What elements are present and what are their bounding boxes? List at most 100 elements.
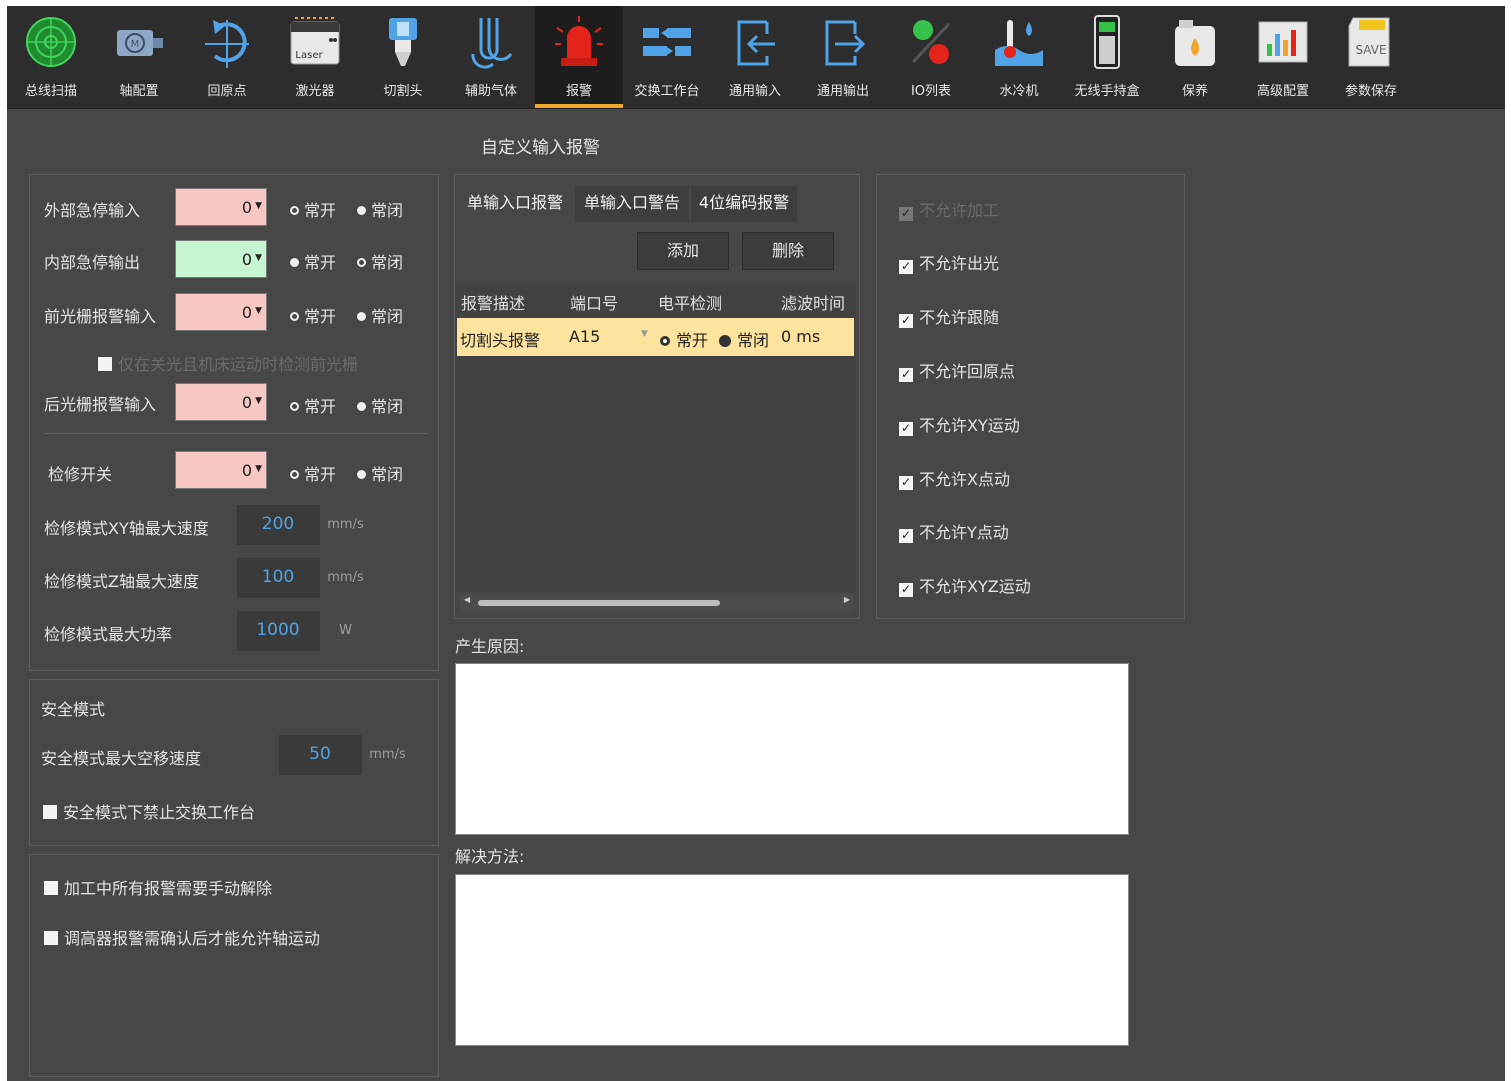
scroll-right-icon[interactable]: ▶ [844, 595, 850, 604]
external-estop-label: 外部急停输入 [44, 201, 141, 220]
internal-estop-nc-radio[interactable]: 常闭 [357, 249, 403, 273]
handheld-icon [1094, 15, 1120, 69]
cause-label: 产生原因: [455, 637, 525, 656]
io-alarm-panel: 外部急停输入 0 ▼ 常开 常闭 内部急停输出 0 ▼ 常开 常闭 前光栅报警输入 … [29, 174, 439, 671]
toolbar-item-io-list[interactable]: IO列表 [887, 6, 975, 108]
gas-icon [471, 18, 513, 69]
tab-4bit-code-alarm[interactable]: 4位编码报警 [691, 186, 797, 222]
add-button[interactable]: 添加 [637, 232, 729, 270]
divider [44, 433, 428, 434]
save-icon-text: SAVE [1355, 43, 1386, 57]
table-row[interactable]: 切割头报警 A15 ▼ 常开 常闭 0 ms [457, 318, 854, 356]
toolbar-item-wireless-handheld[interactable]: 无线手持盒 [1063, 6, 1151, 108]
toolbar-item-general-input[interactable]: 通用输入 [711, 6, 799, 108]
no-xyz-move-checkbox[interactable]: ✓ 不允许XYZ运动 [899, 573, 1031, 597]
rear-grating-port-select[interactable]: 0 ▼ [175, 383, 267, 421]
custom-alarm-title: 自定义输入报警 [481, 138, 600, 158]
toolbar-item-laser[interactable]: Laser 激光器 [271, 6, 359, 108]
no-home-checkbox[interactable]: ✓ 不允许回原点 [899, 358, 1015, 382]
solution-textarea[interactable] [455, 874, 1129, 1046]
maintenance-switch-label: 检修开关 [48, 465, 113, 484]
maintenance-switch-no-radio[interactable]: 常开 [290, 461, 336, 485]
external-estop-nc-radio[interactable]: 常闭 [357, 197, 403, 221]
toolbar-label: 高级配置 [1256, 84, 1309, 99]
toolbar-item-return-origin[interactable]: 回原点 [183, 6, 271, 108]
front-grating-nc-radio[interactable]: 常闭 [357, 303, 403, 327]
row-level-nc-radio[interactable]: 常闭 [719, 327, 769, 351]
external-estop-no-radio[interactable]: 常开 [290, 197, 336, 221]
no-xy-move-checkbox[interactable]: ✓ 不允许XY运动 [899, 412, 1020, 436]
maintenance-switch-nc-radio[interactable]: 常闭 [357, 461, 403, 485]
toolbar-item-alarm[interactable]: 报警 [535, 6, 623, 108]
chiller-icon [995, 20, 1043, 66]
scrollbar-thumb[interactable] [478, 600, 720, 606]
tab-single-input-alarm[interactable]: 单输入口报警 [458, 186, 572, 222]
toolbar-item-save-params[interactable]: SAVE 参数保存 [1327, 6, 1415, 108]
top-toolbar: 总线扫描 M 轴配置 回原点 Laser 激光器 切割头 辅助气体 报警 交换工… [7, 6, 1505, 109]
rear-grating-nc-radio[interactable]: 常闭 [357, 393, 403, 417]
cause-textarea[interactable] [455, 663, 1129, 835]
toolbar-item-general-output[interactable]: 通用输出 [799, 6, 887, 108]
alarm-options-panel: 加工中所有报警需要手动解除 调高器报警需确认后才能允许轴运动 [29, 854, 439, 1077]
svg-text:M: M [131, 39, 140, 50]
toolbar-item-advanced-config[interactable]: 高级配置 [1239, 6, 1327, 108]
radar-icon [26, 17, 76, 67]
toolbar-label: 轴配置 [119, 84, 159, 99]
internal-estop-port-select[interactable]: 0 ▼ [175, 240, 267, 278]
solution-label: 解决方法: [455, 847, 525, 866]
maint-power-input[interactable]: 1000 W [237, 611, 371, 651]
horizontal-scrollbar[interactable]: ◀ ▶ [460, 594, 854, 610]
toolbar-item-chiller[interactable]: 水冷机 [975, 6, 1063, 108]
tab-single-input-warning[interactable]: 单输入口警告 [575, 186, 689, 222]
toolbar-item-assist-gas[interactable]: 辅助气体 [447, 6, 535, 108]
toolbar-label: 交换工作台 [634, 84, 700, 99]
col-header-port: 端口号 [570, 294, 619, 313]
row-desc: 切割头报警 [460, 331, 541, 350]
internal-estop-label: 内部急停输出 [44, 253, 141, 272]
row-level-no-radio[interactable]: 常开 [660, 327, 708, 351]
motor-icon: M [117, 30, 163, 56]
no-y-jog-checkbox[interactable]: ✓ 不允许Y点动 [899, 519, 1009, 543]
front-grating-port-select[interactable]: 0 ▼ [175, 293, 267, 331]
maint-z-speed-input[interactable]: 100 mm/s [237, 558, 371, 598]
toolbar-label: 水冷机 [999, 84, 1039, 99]
height-controller-confirm-checkbox[interactable]: 调高器报警需确认后才能允许轴运动 [44, 925, 320, 949]
laser-icon: Laser [290, 17, 340, 65]
toolbar-item-bus-scan[interactable]: 总线扫描 [7, 6, 95, 108]
toolbar-label: 总线扫描 [24, 84, 77, 99]
maint-xy-speed-input[interactable]: 200 mm/s [237, 505, 371, 545]
no-x-jog-checkbox[interactable]: ✓ 不允许X点动 [899, 466, 1010, 490]
no-follow-checkbox[interactable]: ✓ 不允许跟随 [899, 304, 999, 328]
safety-speed-input[interactable]: 50 mm/s [279, 735, 413, 775]
toolbar-label: 参数保存 [1344, 84, 1397, 99]
col-header-filter: 滤波时间 [781, 294, 846, 313]
toolbar-label: 辅助气体 [464, 84, 517, 99]
delete-button[interactable]: 删除 [742, 232, 834, 270]
alarm-permissions-panel: ✓ 不允许加工 ✓ 不允许出光 ✓ 不允许跟随 ✓ 不允许回原点 ✓ 不允许XY运动 ✓ 不… [876, 174, 1185, 619]
scroll-left-icon[interactable]: ◀ [464, 595, 470, 604]
external-estop-port-select[interactable]: 0 ▼ [175, 188, 267, 226]
chevron-down-icon: ▼ [641, 329, 648, 339]
manual-release-checkbox[interactable]: 加工中所有报警需要手动解除 [44, 875, 272, 899]
toolbar-label: 切割头 [383, 84, 423, 99]
internal-estop-no-radio[interactable]: 常开 [290, 249, 336, 273]
grating-motion-only-checkbox[interactable]: 仅在关光且机床运动时检测前光栅 [98, 351, 358, 375]
rear-grating-no-radio[interactable]: 常开 [290, 393, 336, 417]
toolbar-label: 报警 [565, 84, 592, 99]
exchange-table-icon [643, 28, 691, 56]
toolbar-item-axis-config[interactable]: M 轴配置 [95, 6, 183, 108]
no-processing-checkbox[interactable]: ✓ 不允许加工 [899, 197, 999, 221]
toolbar-item-cutting-head[interactable]: 切割头 [359, 6, 447, 108]
safety-mode-title: 安全模式 [41, 700, 106, 719]
no-laser-checkbox[interactable]: ✓ 不允许出光 [899, 250, 999, 274]
toolbar-label: 激光器 [295, 84, 335, 99]
alarm-icon [555, 16, 603, 66]
toolbar-label: 回原点 [207, 84, 247, 99]
toolbar-item-maintenance[interactable]: 保养 [1151, 6, 1239, 108]
maint-xy-speed-label: 检修模式XY轴最大速度 [44, 519, 209, 538]
front-grating-no-radio[interactable]: 常开 [290, 303, 336, 327]
forbid-exchange-checkbox[interactable]: 安全模式下禁止交换工作台 [43, 799, 255, 823]
toolbar-label: 通用输出 [816, 84, 869, 99]
maintenance-switch-port-select[interactable]: 0 ▼ [175, 451, 267, 489]
toolbar-item-exchange-table[interactable]: 交换工作台 [623, 6, 711, 108]
